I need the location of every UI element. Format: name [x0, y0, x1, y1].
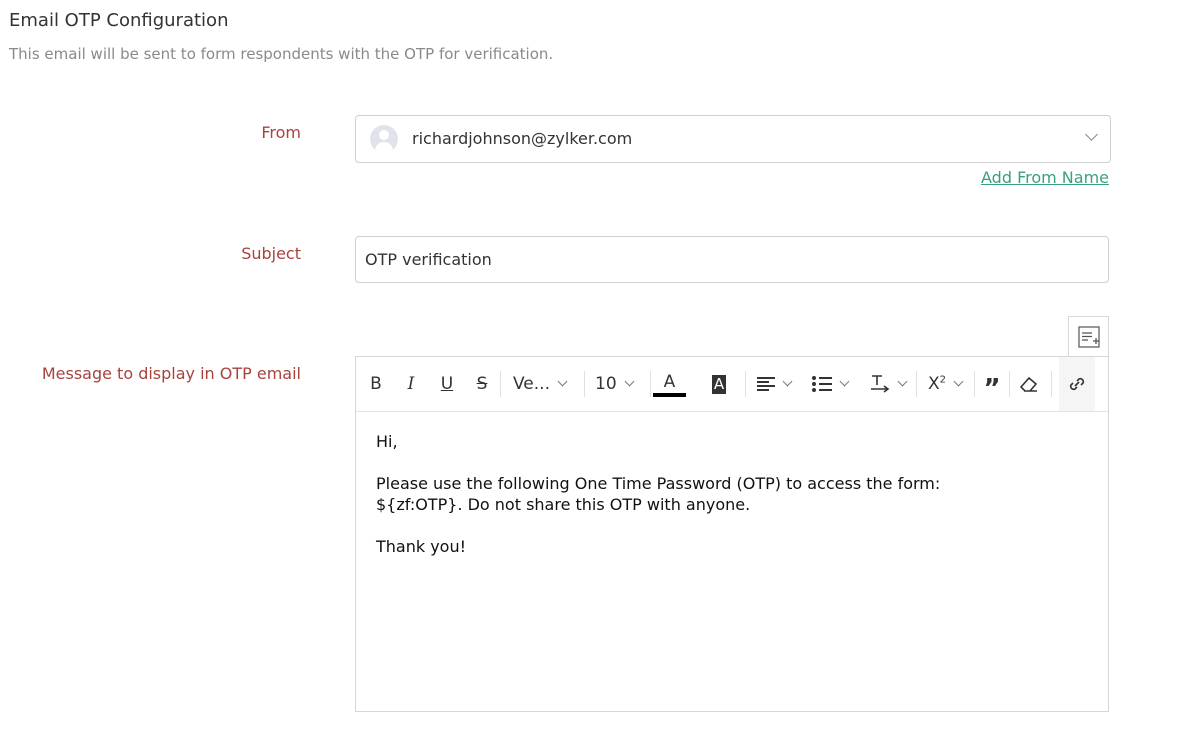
strikethrough-icon: S	[476, 374, 488, 394]
italic-button[interactable]: I	[401, 369, 421, 399]
chevron-down-icon	[953, 376, 964, 387]
font-size-value: 10	[595, 374, 617, 394]
eraser-icon	[1019, 376, 1038, 392]
text-direction-icon	[871, 375, 890, 393]
font-size-dropdown[interactable]: 10	[595, 369, 645, 399]
page-title: Email OTP Configuration	[9, 10, 229, 31]
avatar-icon	[370, 125, 398, 153]
background-color-button[interactable]: A	[709, 369, 729, 399]
background-color-icon: A	[711, 374, 727, 394]
insert-field-button[interactable]	[1068, 316, 1109, 357]
message-editor[interactable]: B I U S Ve... 10 A A X2 ” Hi, Please use…	[355, 356, 1109, 712]
from-select[interactable]: richardjohnson@zylker.com	[355, 115, 1111, 163]
chevron-down-icon	[782, 376, 793, 387]
font-family-dropdown[interactable]: Ve...	[513, 369, 578, 399]
from-label: From	[261, 123, 301, 142]
subject-label: Subject	[241, 244, 301, 263]
superscript-icon: X2	[927, 374, 947, 394]
list-dropdown[interactable]	[808, 369, 852, 399]
clear-format-button[interactable]	[1018, 369, 1040, 399]
bold-button[interactable]: B	[366, 369, 386, 399]
text-direction-dropdown[interactable]	[866, 369, 910, 399]
body-paragraph: Thank you!	[376, 537, 467, 556]
blockquote-button[interactable]: ”	[981, 369, 1003, 404]
align-left-icon	[757, 377, 775, 391]
chevron-down-icon	[1085, 128, 1098, 141]
italic-icon: I	[407, 374, 415, 394]
quote-icon: ”	[983, 374, 1001, 404]
chevron-down-icon	[624, 376, 635, 387]
font-family-value: Ve...	[513, 374, 550, 394]
body-paragraph: Please use the following One Time Passwo…	[376, 474, 941, 514]
editor-toolbar: B I U S Ve... 10 A A X2 ”	[356, 357, 1108, 412]
chevron-down-icon	[839, 376, 850, 387]
subject-input[interactable]	[355, 236, 1109, 283]
message-body[interactable]: Hi, Please use the following One Time Pa…	[376, 431, 1076, 578]
add-from-name-link[interactable]: Add From Name	[981, 168, 1109, 187]
body-paragraph: Hi,	[376, 432, 398, 451]
align-dropdown[interactable]	[753, 369, 795, 399]
strikethrough-button[interactable]: S	[472, 369, 492, 399]
page-subtitle: This email will be sent to form responde…	[9, 45, 554, 63]
insert-field-icon	[1078, 326, 1100, 348]
underline-button[interactable]: U	[437, 369, 457, 399]
bullet-list-icon	[812, 376, 832, 392]
link-icon	[1069, 377, 1085, 391]
insert-link-button[interactable]	[1059, 357, 1095, 411]
chevron-down-icon	[557, 376, 568, 387]
text-color-button[interactable]: A	[653, 369, 686, 399]
message-label: Message to display in OTP email	[41, 364, 301, 383]
underline-icon: U	[440, 374, 454, 394]
chevron-down-icon	[897, 376, 908, 387]
from-value: richardjohnson@zylker.com	[412, 129, 633, 148]
superscript-dropdown[interactable]: X2	[923, 369, 967, 399]
text-color-icon: A	[663, 371, 676, 392]
bold-icon: B	[370, 374, 382, 394]
